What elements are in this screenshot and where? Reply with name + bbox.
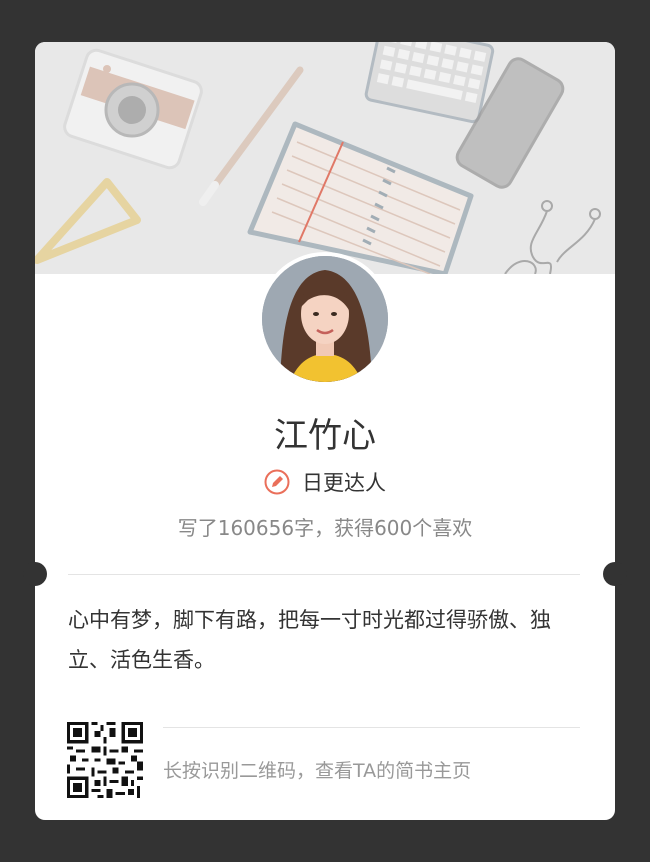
qr-hint-text: 长按识别二维码，查看TA的简书主页 <box>163 760 472 782</box>
keyboard-icon <box>364 42 495 124</box>
qr-code-graphic <box>67 722 143 798</box>
qr-code-icon[interactable] <box>67 722 143 798</box>
writing-stats: 写了160656字，获得600个喜欢 <box>177 516 473 540</box>
camera-icon <box>63 48 203 170</box>
ticket-notch-right <box>603 562 627 586</box>
header-banner <box>35 42 615 274</box>
section-divider <box>68 574 580 575</box>
ruler-icon <box>35 178 141 264</box>
badge-label: 日更达人 <box>302 471 386 495</box>
earphones-icon <box>504 200 601 274</box>
ticket-notch-left <box>23 562 47 586</box>
notebook-icon <box>247 121 474 274</box>
badge-row: 日更达人 <box>35 467 615 497</box>
avatar <box>262 256 388 382</box>
footer-divider <box>163 727 580 728</box>
user-bio: 心中有梦，脚下有路，把每一寸时光都过得骄傲、独立、活色生香。 <box>68 608 551 672</box>
user-name: 江竹心 <box>274 416 376 456</box>
desk-illustration <box>35 42 601 274</box>
pencil-badge-icon <box>264 469 290 495</box>
avatar-portrait <box>262 256 388 382</box>
